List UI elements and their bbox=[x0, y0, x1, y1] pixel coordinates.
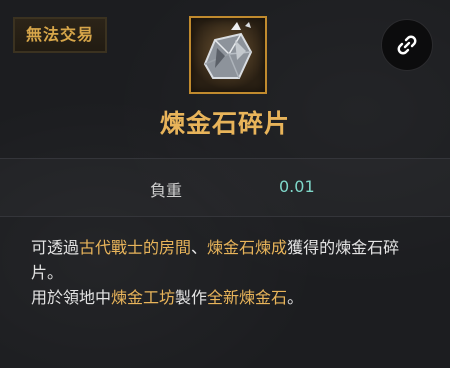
alchemy-stone-shard-icon bbox=[189, 16, 267, 94]
item-name: 煉金石碎片 bbox=[159, 109, 290, 138]
description-text: 製作 bbox=[175, 288, 208, 307]
weight-label: 負重 bbox=[150, 181, 183, 200]
method-highlight: 煉金石煉成 bbox=[207, 238, 288, 257]
description-text: 。 bbox=[287, 288, 304, 307]
stats-section: 負重 0.01 bbox=[0, 159, 450, 216]
tooltip-header: 無法交易 煉金石碎片 bbox=[0, 0, 450, 158]
product-highlight: 全新煉金石 bbox=[207, 288, 288, 307]
link-icon bbox=[397, 35, 417, 55]
workshop-highlight: 煉金工坊 bbox=[111, 288, 176, 307]
untradeable-badge: 無法交易 bbox=[13, 17, 107, 53]
location-highlight: 古代戰士的房間 bbox=[79, 238, 192, 257]
description-line-2: 用於領地中煉金工坊製作全新煉金石。 bbox=[31, 285, 431, 310]
description-text: 、 bbox=[191, 238, 208, 257]
item-description: 可透過古代戰士的房間、煉金石煉成獲得的煉金石碎片。 用於領地中煉金工坊製作全新煉… bbox=[31, 235, 431, 310]
description-text: 用於領地中 bbox=[31, 288, 112, 307]
weight-value: 0.01 bbox=[279, 177, 315, 196]
description-line-1: 可透過古代戰士的房間、煉金石煉成獲得的煉金石碎片。 bbox=[31, 235, 431, 285]
item-tooltip-panel: 無法交易 煉金石碎片 負重 0.01 可透過古代戰士的房間、煉金石煉成獲得的煉金… bbox=[0, 0, 450, 368]
stats-divider bbox=[0, 216, 450, 217]
link-button[interactable] bbox=[381, 19, 433, 71]
description-text: 可透過 bbox=[31, 238, 80, 257]
